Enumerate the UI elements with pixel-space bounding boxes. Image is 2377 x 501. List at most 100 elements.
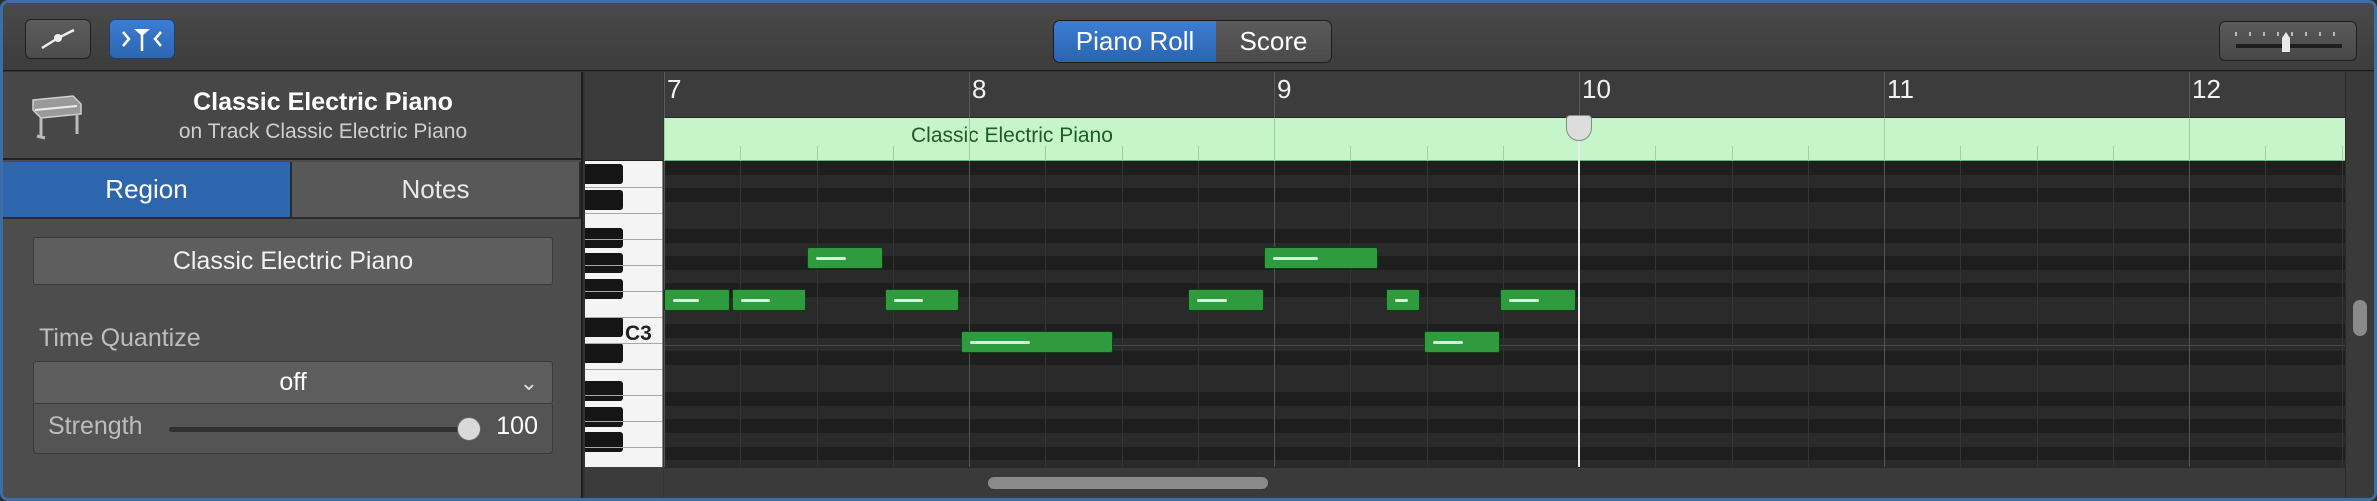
instrument-track-subtitle: on Track Classic Electric Piano bbox=[178, 120, 468, 143]
strength-slider[interactable] bbox=[169, 427, 479, 432]
note-grid[interactable] bbox=[664, 161, 2345, 467]
beat-line bbox=[1807, 161, 1809, 467]
bar-tick bbox=[2189, 72, 2190, 118]
black-key[interactable] bbox=[585, 406, 623, 427]
midi-note[interactable] bbox=[961, 331, 1113, 353]
midi-note[interactable] bbox=[1500, 289, 1576, 311]
bar-tick bbox=[969, 72, 970, 118]
strength-control: Strength 100 bbox=[33, 404, 553, 454]
region-beat-tick bbox=[2265, 146, 2267, 161]
beat-line bbox=[1426, 161, 1428, 467]
time-quantize-popup[interactable]: off ⌄ bbox=[33, 361, 553, 404]
bar-number-8: 8 bbox=[972, 74, 987, 104]
midi-note[interactable] bbox=[1424, 331, 1500, 353]
region-beat-tick bbox=[1045, 146, 1047, 161]
black-key[interactable] bbox=[585, 253, 623, 274]
black-key[interactable] bbox=[585, 342, 623, 363]
region-beat-tick bbox=[1197, 146, 1199, 161]
beat-line bbox=[1502, 161, 1504, 467]
midi-note[interactable] bbox=[1386, 289, 1420, 311]
beat-line bbox=[892, 161, 894, 467]
beat-line bbox=[2112, 161, 2114, 467]
inspector-tabs: Region Notes bbox=[3, 162, 581, 219]
midi-note[interactable] bbox=[732, 289, 806, 311]
bar-line bbox=[1884, 161, 1885, 467]
black-key[interactable] bbox=[585, 164, 623, 184]
strength-label: Strength bbox=[48, 412, 143, 440]
horizontal-scrollbar[interactable] bbox=[664, 467, 2345, 498]
tab-piano-roll[interactable]: Piano Roll bbox=[1054, 21, 1216, 62]
pitch-row bbox=[664, 161, 2345, 175]
midi-note[interactable] bbox=[807, 247, 883, 269]
black-key[interactable] bbox=[585, 381, 623, 402]
pitch-row bbox=[664, 405, 2345, 420]
vertical-scroll-thumb[interactable] bbox=[2353, 300, 2367, 336]
white-key-separator bbox=[585, 369, 662, 370]
pitch-row bbox=[664, 188, 2345, 202]
keyboard-header bbox=[585, 72, 663, 161]
black-key[interactable] bbox=[585, 432, 623, 453]
region-beat-tick bbox=[2341, 146, 2343, 161]
midi-note[interactable] bbox=[1188, 289, 1264, 311]
time-quantize-label: Time Quantize bbox=[39, 324, 201, 352]
bar-tick bbox=[664, 72, 665, 118]
beat-line bbox=[1045, 161, 1047, 467]
midi-note[interactable] bbox=[1264, 247, 1378, 269]
horizontal-zoom-slider[interactable] bbox=[2219, 21, 2357, 61]
time-quantize-value: off bbox=[279, 368, 307, 396]
region-beat-tick bbox=[1731, 146, 1733, 161]
horizontal-scroll-thumb[interactable] bbox=[988, 477, 1268, 489]
region-beat-tick bbox=[664, 118, 665, 161]
catch-playhead-button[interactable] bbox=[109, 19, 175, 59]
keyboard-footer bbox=[585, 467, 663, 498]
playhead-handle[interactable] bbox=[1566, 115, 1592, 141]
bar-number-12: 12 bbox=[2192, 74, 2221, 104]
tab-score[interactable]: Score bbox=[1216, 21, 1331, 62]
tab-region[interactable]: Region bbox=[3, 162, 292, 219]
beat-line bbox=[1731, 161, 1733, 467]
pitch-row bbox=[664, 269, 2345, 284]
region-beat-tick bbox=[1121, 146, 1123, 161]
bar-ruler[interactable]: 7 8 9 10 11 12 bbox=[664, 72, 2345, 118]
tab-notes[interactable]: Notes bbox=[292, 162, 581, 219]
region-inspector: Classic Electric Piano on Track Classic … bbox=[3, 72, 583, 498]
black-key[interactable] bbox=[585, 279, 623, 300]
beat-line bbox=[2341, 161, 2343, 467]
pitch-row bbox=[664, 201, 2345, 216]
pitch-row bbox=[664, 365, 2345, 379]
strength-slider-knob[interactable] bbox=[457, 417, 481, 441]
chevron-down-icon: ⌄ bbox=[519, 370, 538, 395]
automation-button[interactable] bbox=[25, 19, 91, 59]
region-beat-tick bbox=[1807, 146, 1809, 161]
vertical-scrollbar[interactable] bbox=[2345, 72, 2374, 498]
bar-line bbox=[2189, 161, 2190, 467]
bar-line bbox=[664, 161, 665, 467]
pitch-row bbox=[664, 433, 2345, 447]
electric-piano-icon bbox=[32, 95, 82, 140]
beat-line bbox=[2036, 161, 2038, 467]
pitch-row bbox=[664, 419, 2345, 433]
region-name-field[interactable]: Classic Electric Piano bbox=[33, 237, 553, 285]
black-key[interactable] bbox=[585, 227, 623, 248]
piano-keyboard[interactable]: C3 bbox=[585, 161, 663, 467]
bar-number-11: 11 bbox=[1887, 74, 1914, 104]
midi-note[interactable] bbox=[664, 289, 730, 311]
pitch-row bbox=[664, 310, 2345, 325]
region-beat-tick bbox=[969, 118, 970, 161]
playhead-line[interactable] bbox=[1578, 115, 1580, 467]
black-key[interactable] bbox=[585, 189, 623, 210]
region-beat-tick bbox=[1884, 118, 1885, 161]
pitch-row bbox=[664, 351, 2345, 365]
white-key-separator bbox=[585, 317, 662, 318]
midi-region[interactable]: Classic Electric Piano bbox=[664, 118, 2345, 161]
pitch-row bbox=[664, 324, 2345, 338]
white-key-separator bbox=[585, 265, 662, 266]
instrument-title: Classic Electric Piano bbox=[193, 88, 453, 116]
region-beat-tick bbox=[2036, 146, 2038, 161]
bar-line bbox=[1274, 161, 1275, 467]
view-switcher: Piano Roll Score bbox=[1053, 20, 1332, 63]
midi-note[interactable] bbox=[885, 289, 959, 311]
black-key[interactable] bbox=[585, 317, 623, 338]
white-key-separator bbox=[585, 213, 662, 214]
pitch-row bbox=[664, 256, 2345, 270]
